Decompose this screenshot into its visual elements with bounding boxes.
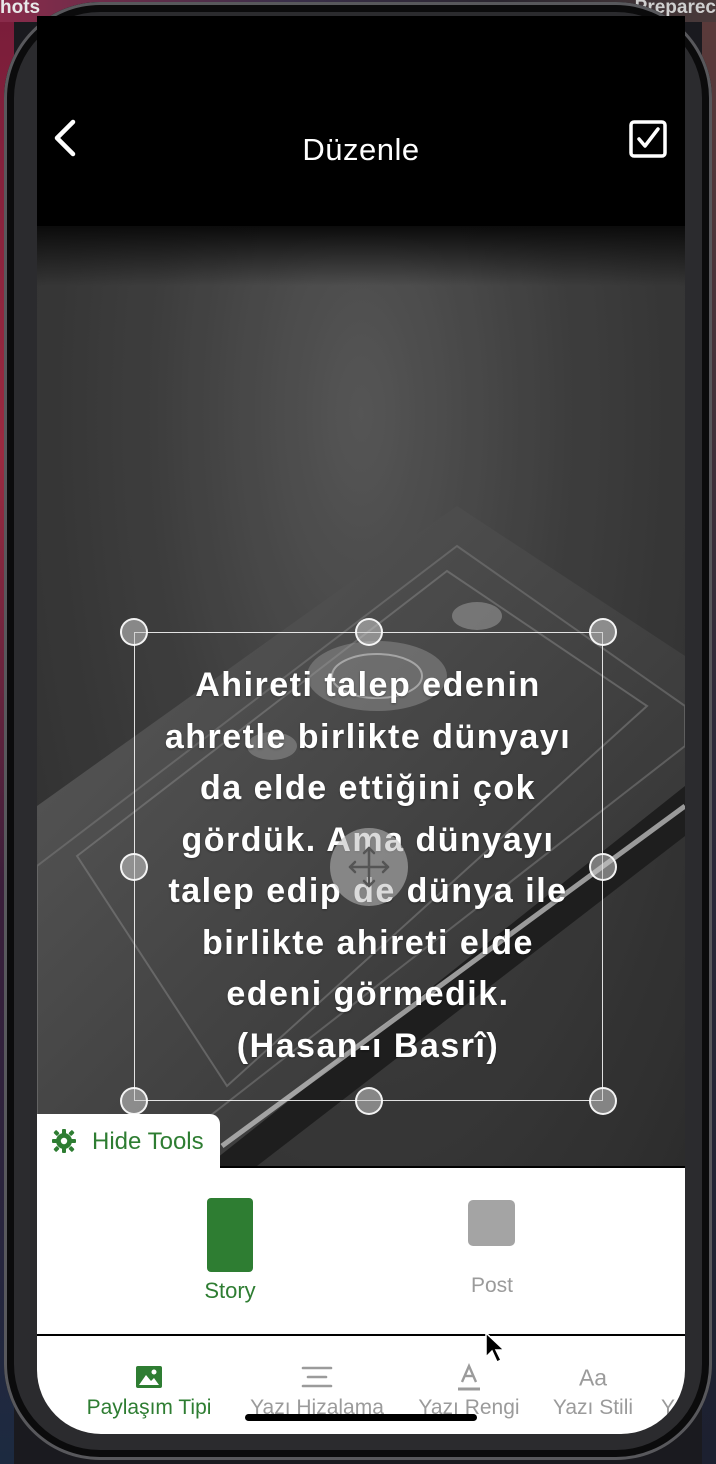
resize-handle-bottom[interactable]	[355, 1087, 383, 1115]
app-screen: Düzenle Ahireti talep edenin ahretle bir…	[37, 16, 685, 1434]
background-photo[interactable]: Ahireti talep edenin ahretle birlikte dü…	[37, 226, 685, 1166]
image-icon	[136, 1366, 162, 1388]
phone-frame: Düzenle Ahireti talep edenin ahretle bir…	[4, 2, 712, 1460]
tab-label: Yazı Stili	[552, 1396, 634, 1419]
resize-handle-top-right[interactable]	[589, 618, 617, 646]
quote-line: edeni görmedik.	[226, 975, 510, 1013]
share-type-panel: Story Post	[37, 1168, 685, 1334]
confirm-button[interactable]	[629, 120, 667, 158]
story-label: Story	[204, 1278, 256, 1303]
resize-handle-top[interactable]	[355, 618, 383, 646]
move-handle[interactable]	[330, 828, 408, 906]
text-color-icon	[458, 1363, 480, 1391]
mouse-cursor-icon	[485, 1331, 506, 1364]
tab-label: Paylaşım Tipi	[86, 1396, 212, 1419]
desktop-text-left: hots	[0, 0, 41, 18]
quote-line: (Hasan-ı Basrî)	[236, 1026, 500, 1065]
resize-handle-left[interactable]	[120, 853, 148, 881]
story-shape	[207, 1198, 253, 1272]
resize-handle-bottom-right[interactable]	[589, 1087, 617, 1115]
move-arrows-icon	[348, 846, 390, 888]
top-fade	[37, 226, 685, 286]
quote-line: da elde ettiğini çok	[199, 769, 537, 807]
svg-text:Aa: Aa	[579, 1365, 607, 1391]
tab-overflow[interactable]: Y	[657, 1336, 685, 1434]
resize-handle-bottom-left[interactable]	[120, 1087, 148, 1115]
quote-line: birlikte ahireti elde	[202, 923, 534, 962]
top-bar: Düzenle	[37, 16, 685, 226]
align-center-icon	[301, 1366, 333, 1388]
gear-icon	[52, 1129, 76, 1153]
hide-tools-button[interactable]: Hide Tools	[37, 1114, 220, 1168]
tab-paylasim-tipi[interactable]: Paylaşım Tipi	[71, 1336, 227, 1434]
tab-yazi-stili[interactable]: Aa Yazı Stili	[543, 1336, 643, 1434]
resize-handle-top-left[interactable]	[120, 618, 148, 646]
hide-tools-label: Hide Tools	[92, 1128, 204, 1155]
quote-line: Ahireti talep edenin	[195, 666, 541, 704]
checkbox-checked-icon	[629, 120, 667, 158]
home-indicator[interactable]	[245, 1414, 477, 1421]
text-style-icon: Aa	[579, 1365, 607, 1391]
post-label: Post	[470, 1274, 514, 1297]
quote-line: ahretle birlikte dünyayı	[164, 717, 572, 756]
resize-handle-right[interactable]	[589, 853, 617, 881]
tab-label: Y	[661, 1396, 676, 1419]
post-shape	[468, 1200, 515, 1246]
page-title: Düzenle	[302, 132, 420, 167]
